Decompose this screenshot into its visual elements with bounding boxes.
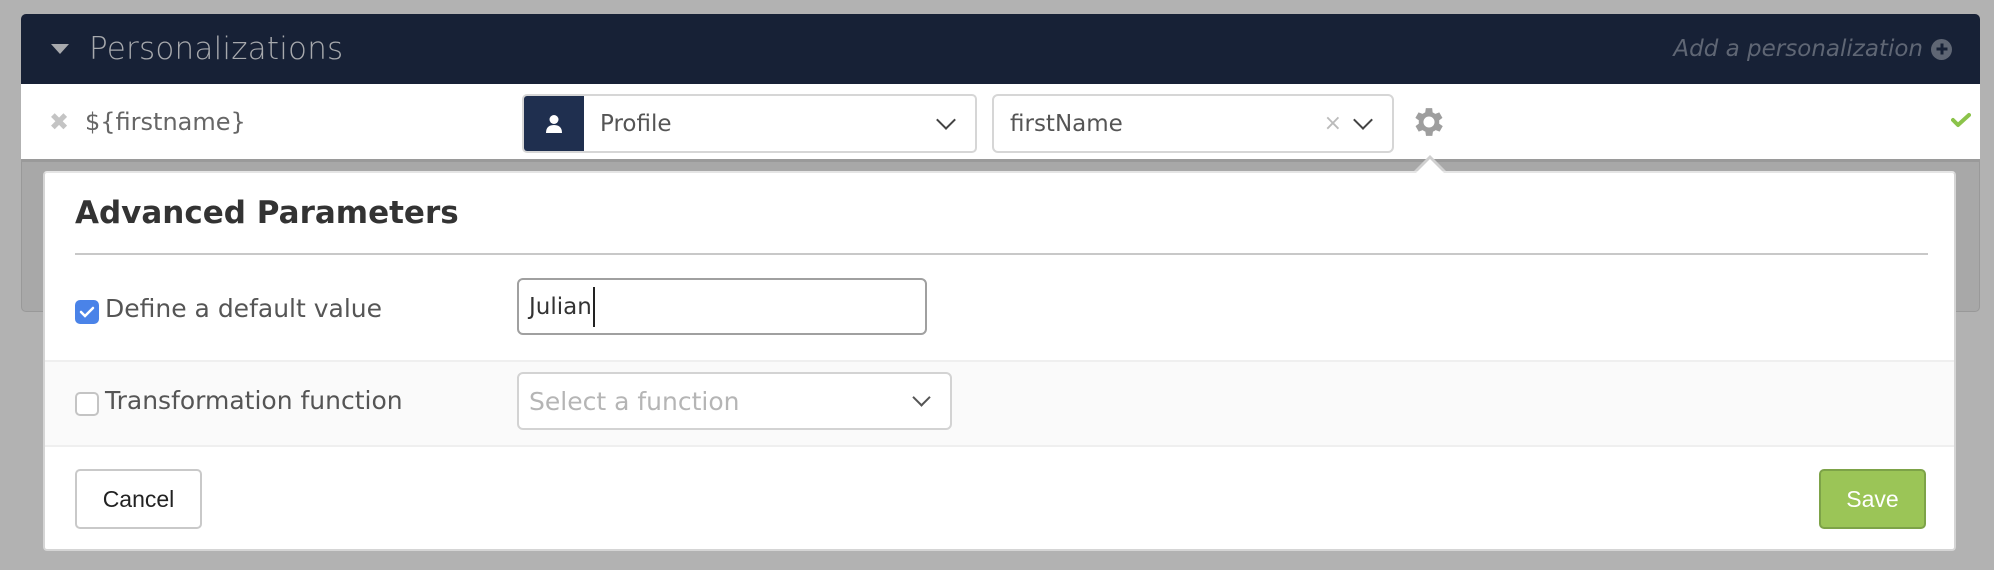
default-value-checkbox[interactable] [75,300,99,324]
advanced-parameters-popover: Advanced Parameters Define a default val… [43,171,1956,551]
panel-title: Personalizations [89,31,344,67]
default-value-label: Define a default value [105,294,383,323]
text-cursor [592,286,595,327]
clear-selection-icon[interactable]: × [1324,111,1342,136]
cancel-button[interactable]: Cancel [75,469,202,529]
divider [75,253,1928,255]
transformation-checkbox[interactable] [75,392,99,416]
popover-title: Advanced Parameters [75,195,459,231]
source-select-value: Profile [600,110,672,137]
function-select-placeholder: Select a function [529,386,740,416]
transformation-row: Transformation function Select a functio… [45,360,1954,447]
default-value-input[interactable]: Julian [517,278,927,335]
variable-name: ${firstname} [85,108,246,136]
popover-arrow-fill [1415,159,1445,174]
remove-icon[interactable]: ✖ [49,108,69,136]
default-value-row: Define a default value Julian [45,256,1954,343]
chevron-down-icon [1353,109,1373,130]
transformation-label: Transformation function [105,386,403,415]
user-icon [524,96,584,151]
valid-check-icon [1951,112,1971,132]
add-personalization-link[interactable]: Add a personalization [1673,14,1952,84]
personalization-row: ✖ ${firstname} Profile firstName × [21,84,1980,162]
chevron-down-icon [912,387,931,407]
source-select[interactable]: Profile [522,94,977,153]
add-personalization-label: Add a personalization [1673,36,1923,62]
field-select[interactable]: firstName × [992,94,1394,153]
chevron-down-icon [936,109,956,130]
function-select[interactable]: Select a function [517,372,952,430]
panel-header: Personalizations Add a personalization [21,14,1980,84]
default-value-text: Julian [529,293,592,320]
collapse-caret-icon[interactable] [51,44,69,54]
save-button[interactable]: Save [1819,469,1926,529]
gear-icon[interactable] [1410,102,1448,146]
field-select-value: firstName [1010,110,1123,137]
plus-circle-icon [1931,38,1952,60]
